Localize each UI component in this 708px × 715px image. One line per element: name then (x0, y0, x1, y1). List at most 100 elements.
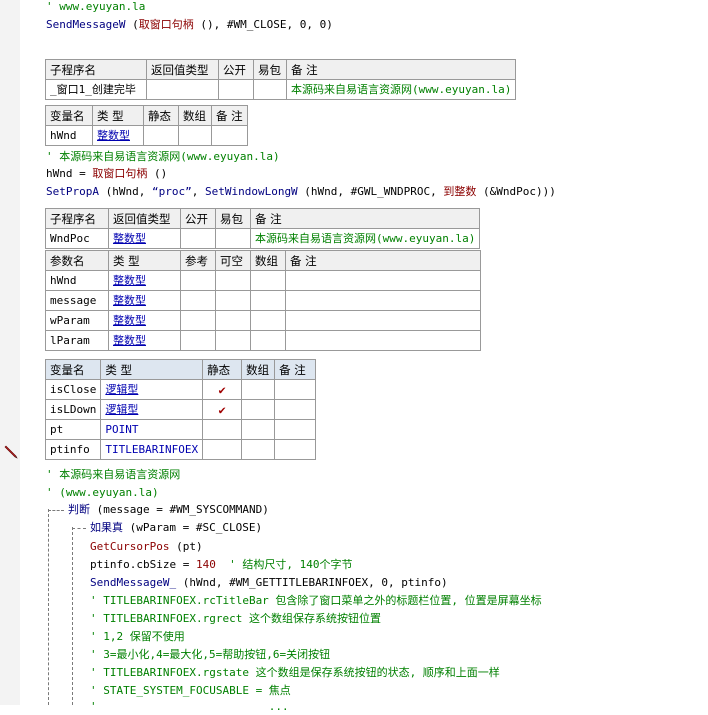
param-type[interactable]: 整数型 (108, 330, 181, 351)
comment-line: ' ... (90, 700, 289, 713)
flow-line (72, 527, 73, 705)
array-cell[interactable] (241, 399, 276, 420)
header-cell: 可空 (215, 250, 251, 271)
comment-line: ' 本源码来自易语言资源网(www.eyuyan.la) (46, 150, 280, 163)
array-cell[interactable] (250, 290, 286, 311)
epack-cell[interactable] (253, 79, 287, 100)
static-cell[interactable] (202, 439, 243, 460)
variable-name[interactable]: isLDown (44, 399, 102, 420)
constant-name: #WM_GETTITLEBARINFOEX (229, 576, 369, 589)
param-name[interactable]: hWnd (45, 270, 109, 291)
code-line-judge[interactable]: 判断 (message = #WM_SYSCOMMAND) (68, 502, 269, 518)
variable-name[interactable]: hWnd (45, 125, 93, 146)
header-cell: 子程序名 (45, 59, 147, 80)
code-line-getcursor[interactable]: GetCursorPos (pt) (90, 539, 203, 555)
flow-line (48, 509, 49, 705)
array-cell[interactable] (250, 330, 286, 351)
note-cell[interactable] (274, 419, 317, 440)
function-name: GetCursorPos (90, 540, 170, 553)
code-text: ptinfo.cbSize = (90, 558, 196, 571)
variable-name[interactable]: isClose (44, 379, 102, 400)
header-cell: 备 注 (249, 208, 481, 229)
nullable-cell[interactable] (215, 310, 251, 331)
param-type[interactable]: 整数型 (108, 310, 181, 331)
variable-table-1: 变量名 类 型 静态 数组 备 注 hWnd 整数型 (45, 105, 248, 146)
flow-line (48, 510, 64, 511)
ref-cell[interactable] (180, 330, 216, 351)
code-line-cbsize[interactable]: ptinfo.cbSize = 140 ' 结构尺寸, 140个字节 (90, 557, 352, 573)
param-name[interactable]: message (45, 290, 109, 311)
array-cell[interactable] (241, 419, 276, 440)
note-cell[interactable] (285, 310, 481, 331)
header-cell: 数组 (178, 105, 212, 126)
string-literal: “proc” (151, 185, 192, 198)
parameter-table: 参数名 类 型 参考 可空 数组 备 注 hWnd 整数型 message 整数… (45, 250, 481, 351)
array-cell[interactable] (250, 270, 286, 291)
code-text: ) (255, 521, 263, 534)
public-cell[interactable] (180, 228, 216, 249)
code-line-sendmessage-ex[interactable]: SendMessageW_ (hWnd, #WM_GETTITLEBARINFO… (90, 575, 448, 591)
param-type[interactable]: 整数型 (108, 290, 181, 311)
code-text: hWnd = (46, 167, 93, 180)
variable-name[interactable]: ptinfo (44, 439, 102, 460)
ref-cell[interactable] (180, 270, 216, 291)
variable-type[interactable]: 整数型 (92, 125, 144, 146)
nullable-cell[interactable] (215, 290, 251, 311)
static-checkmark-icon[interactable]: ✔ (202, 379, 243, 400)
variable-type[interactable]: TITLEBARINFOEX (100, 439, 204, 460)
ref-cell[interactable] (180, 290, 216, 311)
subroutine-table-1: 子程序名 返回值类型 公开 易包 备 注 _窗口1_创建完毕 本源码来自易语言资… (45, 59, 517, 100)
static-cell[interactable] (143, 125, 179, 146)
array-cell[interactable] (241, 379, 276, 400)
code-line-sendmessage[interactable]: SendMessageW (取窗口句柄 (), #WM_CLOSE, 0, 0) (46, 17, 333, 33)
comment-line: ' STATE_SYSTEM_FOCUSABLE = 焦点 (90, 684, 291, 697)
epack-cell[interactable] (215, 228, 251, 249)
param-name[interactable]: wParam (45, 310, 109, 331)
code-text: (pt) (169, 540, 203, 553)
code-text: , 0, 0) (286, 18, 333, 31)
header-cell: 备 注 (285, 59, 517, 80)
nullable-cell[interactable] (215, 270, 251, 291)
note-cell[interactable] (274, 379, 317, 400)
note-cell[interactable]: 本源码来自易语言资源网(www.eyuyan.la) (285, 79, 517, 100)
note-cell[interactable] (285, 330, 481, 351)
param-type[interactable]: 整数型 (108, 270, 181, 291)
subroutine-name[interactable]: _窗口1_创建完毕 (45, 79, 147, 100)
comment-line: ' (www.eyuyan.la) (46, 486, 159, 499)
variable-name[interactable]: pt (44, 419, 102, 440)
keyword: 判断 (68, 503, 90, 516)
variable-type[interactable]: POINT (100, 419, 204, 440)
header-cell: 子程序名 (45, 208, 109, 229)
note-cell[interactable]: 本源码来自易语言资源网(www.eyuyan.la) (249, 228, 481, 249)
code-line-if[interactable]: 如果真 (wParam = #SC_CLOSE) (90, 520, 262, 536)
code-text: , (430, 185, 444, 198)
number-literal: 140 (195, 558, 216, 571)
array-cell[interactable] (178, 125, 212, 146)
code-line-assign[interactable]: hWnd = 取窗口句柄 () (46, 166, 167, 182)
code-line-setprop[interactable]: SetPropA (hWnd, “proc”, SetWindowLongW (… (46, 184, 556, 200)
constant-name: #WM_CLOSE (226, 18, 287, 31)
variable-type[interactable]: 逻辑型 (100, 399, 204, 420)
note-cell[interactable] (211, 125, 248, 146)
header-cell: 易包 (253, 59, 287, 80)
note-cell[interactable] (285, 290, 481, 311)
return-type-cell[interactable]: 整数型 (108, 228, 181, 249)
static-cell[interactable] (202, 419, 243, 440)
note-cell[interactable] (285, 270, 481, 291)
note-cell[interactable] (274, 439, 317, 460)
subroutine-name[interactable]: WndPoc (45, 228, 109, 249)
note-cell[interactable] (274, 399, 317, 420)
variable-table-2: 变量名 类 型 静态 数组 备 注 isClose 逻辑型 ✔ isLDown … (44, 359, 317, 460)
public-cell[interactable] (218, 79, 254, 100)
pencil-icon (4, 445, 18, 459)
return-type-cell[interactable] (146, 79, 219, 100)
param-name[interactable]: lParam (45, 330, 109, 351)
ref-cell[interactable] (180, 310, 216, 331)
variable-type[interactable]: 逻辑型 (100, 379, 204, 400)
header-cell: 参考 (180, 250, 216, 271)
array-cell[interactable] (241, 439, 276, 460)
nullable-cell[interactable] (215, 330, 251, 351)
array-cell[interactable] (250, 310, 286, 331)
code-text: (message = (90, 503, 170, 516)
static-checkmark-icon[interactable]: ✔ (202, 399, 243, 420)
